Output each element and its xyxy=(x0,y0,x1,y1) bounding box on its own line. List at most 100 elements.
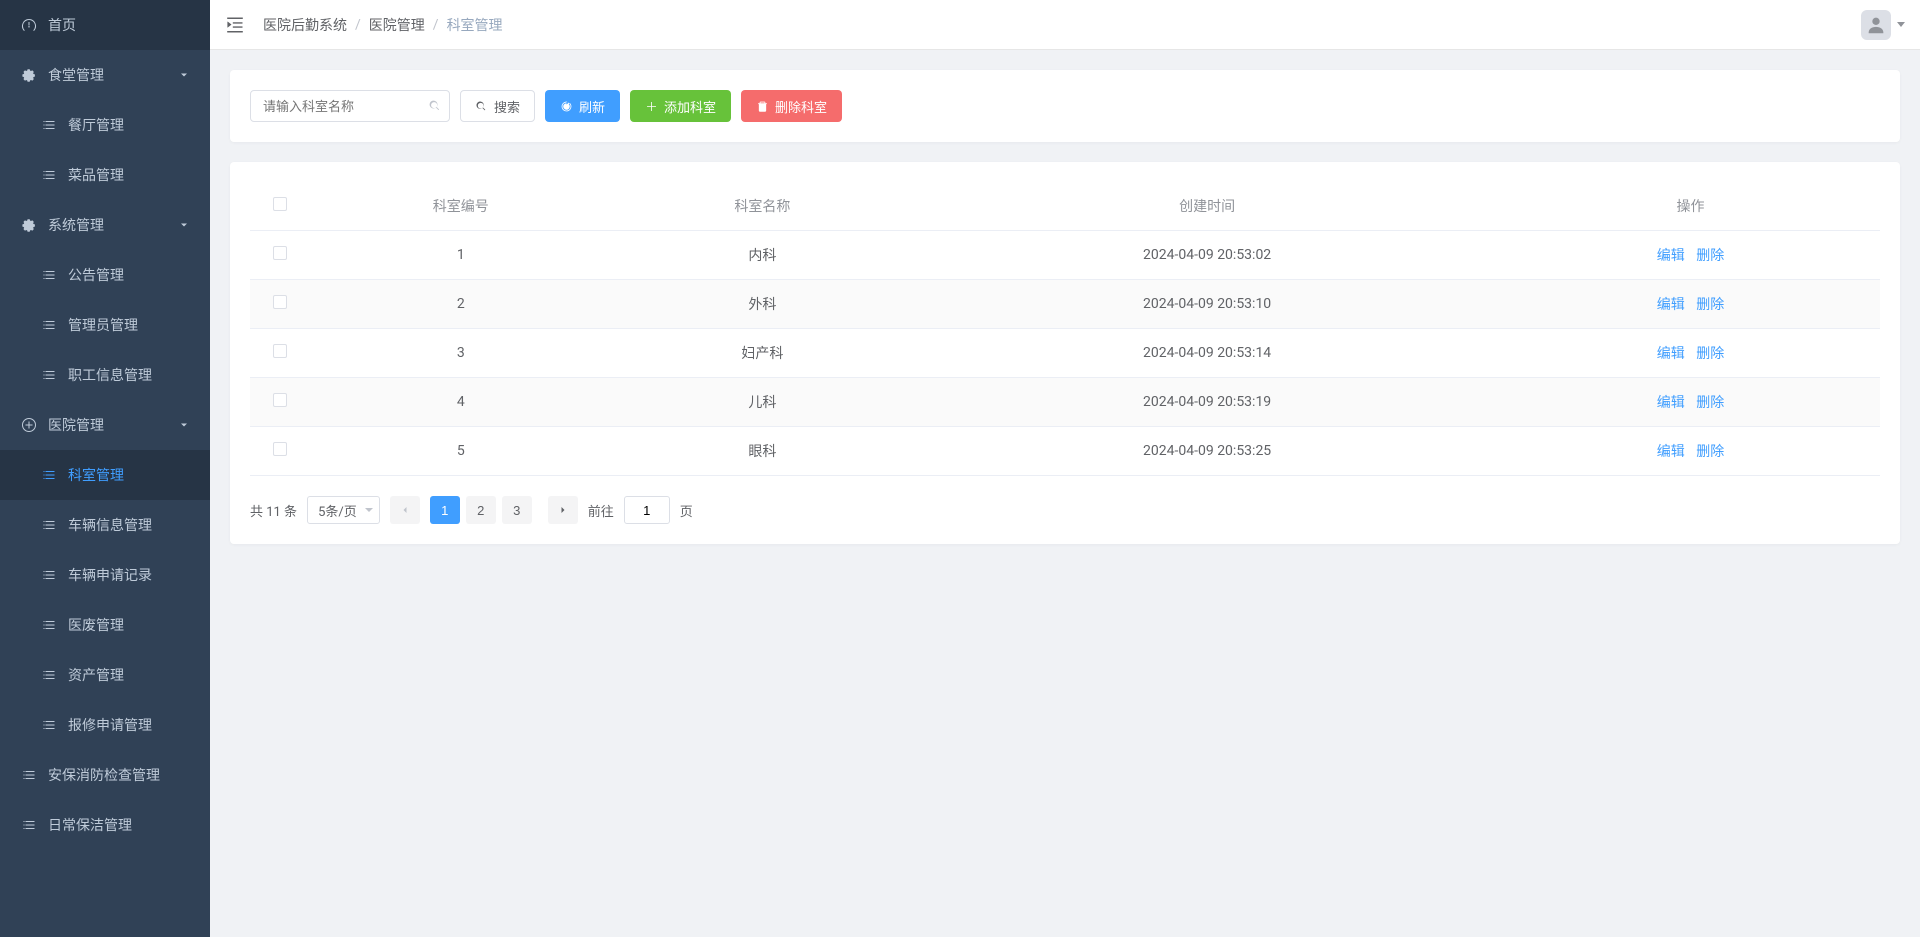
sidebar-subitem[interactable]: 公告管理 xyxy=(0,250,210,300)
refresh-button[interactable]: 刷新 xyxy=(545,90,620,122)
sidebar-group-label: 系统管理 xyxy=(48,215,104,235)
sidebar-group-label: 食堂管理 xyxy=(48,65,104,85)
pagination-next[interactable] xyxy=(548,496,578,524)
sidebar-subitem[interactable]: 餐厅管理 xyxy=(0,100,210,150)
chevron-down-icon xyxy=(178,419,190,431)
sidebar-subitem-label: 管理员管理 xyxy=(68,315,138,335)
sidebar-subitem-label: 餐厅管理 xyxy=(68,115,124,135)
row-delete-button[interactable]: 删除 xyxy=(1692,343,1728,363)
row-delete-button[interactable]: 删除 xyxy=(1692,441,1728,461)
row-delete-button[interactable]: 删除 xyxy=(1692,245,1728,265)
pagination-goto-label: 前往 xyxy=(588,501,614,520)
list-icon xyxy=(40,566,58,584)
row-checkbox[interactable] xyxy=(273,246,287,260)
sidebar-subitem-label: 车辆申请记录 xyxy=(68,565,152,585)
sidebar-subitem[interactable]: 职工信息管理 xyxy=(0,350,210,400)
sidebar-subitem[interactable]: 管理员管理 xyxy=(0,300,210,350)
cell-name: 内科 xyxy=(612,231,914,280)
cell-time: 2024-04-09 20:53:25 xyxy=(913,427,1501,476)
row-delete-button[interactable]: 删除 xyxy=(1692,294,1728,314)
row-checkbox[interactable] xyxy=(273,442,287,456)
cell-id: 1 xyxy=(310,231,612,280)
sidebar-subitem-label: 菜品管理 xyxy=(68,165,124,185)
header: 医院后勤系统 / 医院管理 / 科室管理 xyxy=(210,0,1920,50)
sidebar-group[interactable]: 系统管理 xyxy=(0,200,210,250)
sidebar-subitem-label: 报修申请管理 xyxy=(68,715,152,735)
select-all-checkbox[interactable] xyxy=(273,197,287,211)
toolbar-panel: 搜索 刷新 添加科室 删除科室 xyxy=(230,70,1900,142)
sidebar-subitem-label: 资产管理 xyxy=(68,665,124,685)
list-icon xyxy=(40,716,58,734)
page-size-select[interactable]: 5条/页 xyxy=(307,496,380,524)
cell-id: 2 xyxy=(310,280,612,329)
list-icon xyxy=(40,316,58,334)
list-icon xyxy=(40,366,58,384)
user-icon xyxy=(1865,14,1887,36)
trash-icon xyxy=(756,100,769,113)
table-row: 5眼科2024-04-09 20:53:25编辑 删除 xyxy=(250,427,1880,476)
row-edit-button[interactable]: 编辑 xyxy=(1653,392,1689,412)
sidebar-subitem[interactable]: 科室管理 xyxy=(0,450,210,500)
breadcrumb-mid[interactable]: 医院管理 xyxy=(369,15,425,35)
row-edit-button[interactable]: 编辑 xyxy=(1653,441,1689,461)
cell-name: 眼科 xyxy=(612,427,914,476)
sidebar-subitem[interactable]: 车辆申请记录 xyxy=(0,550,210,600)
plus-icon xyxy=(645,100,658,113)
table-row: 4儿科2024-04-09 20:53:19编辑 删除 xyxy=(250,378,1880,427)
row-checkbox[interactable] xyxy=(273,393,287,407)
table-panel: 科室编号 科室名称 创建时间 操作 1内科2024-04-09 20:53:02… xyxy=(230,162,1900,544)
row-checkbox[interactable] xyxy=(273,344,287,358)
pagination-page[interactable]: 3 xyxy=(502,496,532,524)
sidebar-group[interactable]: 医院管理 xyxy=(0,400,210,450)
avatar xyxy=(1861,10,1891,40)
row-edit-button[interactable]: 编辑 xyxy=(1653,245,1689,265)
sidebar-subitem[interactable]: 资产管理 xyxy=(0,650,210,700)
delete-button[interactable]: 删除科室 xyxy=(741,90,842,122)
pagination-goto-suffix: 页 xyxy=(680,501,693,520)
delete-button-label: 删除科室 xyxy=(775,97,827,116)
sidebar-subitem[interactable]: 车辆信息管理 xyxy=(0,500,210,550)
department-table: 科室编号 科室名称 创建时间 操作 1内科2024-04-09 20:53:02… xyxy=(250,182,1880,476)
row-edit-button[interactable]: 编辑 xyxy=(1653,294,1689,314)
cell-time: 2024-04-09 20:53:19 xyxy=(913,378,1501,427)
sidebar-subitem[interactable]: 菜品管理 xyxy=(0,150,210,200)
add-button[interactable]: 添加科室 xyxy=(630,90,731,122)
sidebar-item[interactable]: 首页 xyxy=(0,0,210,50)
breadcrumb-root[interactable]: 医院后勤系统 xyxy=(263,15,347,35)
sidebar-subitem-label: 科室管理 xyxy=(68,465,124,485)
refresh-button-label: 刷新 xyxy=(579,97,605,116)
search-input[interactable] xyxy=(250,90,450,122)
sidebar-group-label: 医院管理 xyxy=(48,415,104,435)
row-delete-button[interactable]: 删除 xyxy=(1692,392,1728,412)
sidebar-item-label: 首页 xyxy=(48,15,76,35)
pagination-prev[interactable] xyxy=(390,496,420,524)
sidebar-item[interactable]: 安保消防检查管理 xyxy=(0,750,210,800)
sidebar: 首页食堂管理餐厅管理菜品管理系统管理公告管理管理员管理职工信息管理医院管理科室管… xyxy=(0,0,210,937)
pagination-page[interactable]: 1 xyxy=(430,496,460,524)
sidebar-subitem[interactable]: 报修申请管理 xyxy=(0,700,210,750)
list-icon xyxy=(20,766,38,784)
dashboard-icon xyxy=(20,16,38,34)
caret-down-icon xyxy=(1897,22,1905,27)
sidebar-item[interactable]: 日常保洁管理 xyxy=(0,800,210,850)
table-row: 2外科2024-04-09 20:53:10编辑 删除 xyxy=(250,280,1880,329)
cell-id: 3 xyxy=(310,329,612,378)
cell-time: 2024-04-09 20:53:14 xyxy=(913,329,1501,378)
sidebar-group[interactable]: 食堂管理 xyxy=(0,50,210,100)
list-icon xyxy=(40,266,58,284)
chevron-down-icon xyxy=(178,219,190,231)
row-edit-button[interactable]: 编辑 xyxy=(1653,343,1689,363)
toggle-sidebar-button[interactable] xyxy=(225,15,245,35)
pagination-goto-input[interactable] xyxy=(624,496,670,524)
refresh-icon xyxy=(560,100,573,113)
col-ops: 操作 xyxy=(1501,182,1880,231)
sidebar-subitem[interactable]: 医废管理 xyxy=(0,600,210,650)
user-menu[interactable] xyxy=(1861,10,1905,40)
row-checkbox[interactable] xyxy=(273,295,287,309)
pagination-page[interactable]: 2 xyxy=(466,496,496,524)
plus-circle-icon xyxy=(20,416,38,434)
add-button-label: 添加科室 xyxy=(664,97,716,116)
search-button[interactable]: 搜索 xyxy=(460,90,535,122)
list-icon xyxy=(40,616,58,634)
list-icon xyxy=(40,666,58,684)
